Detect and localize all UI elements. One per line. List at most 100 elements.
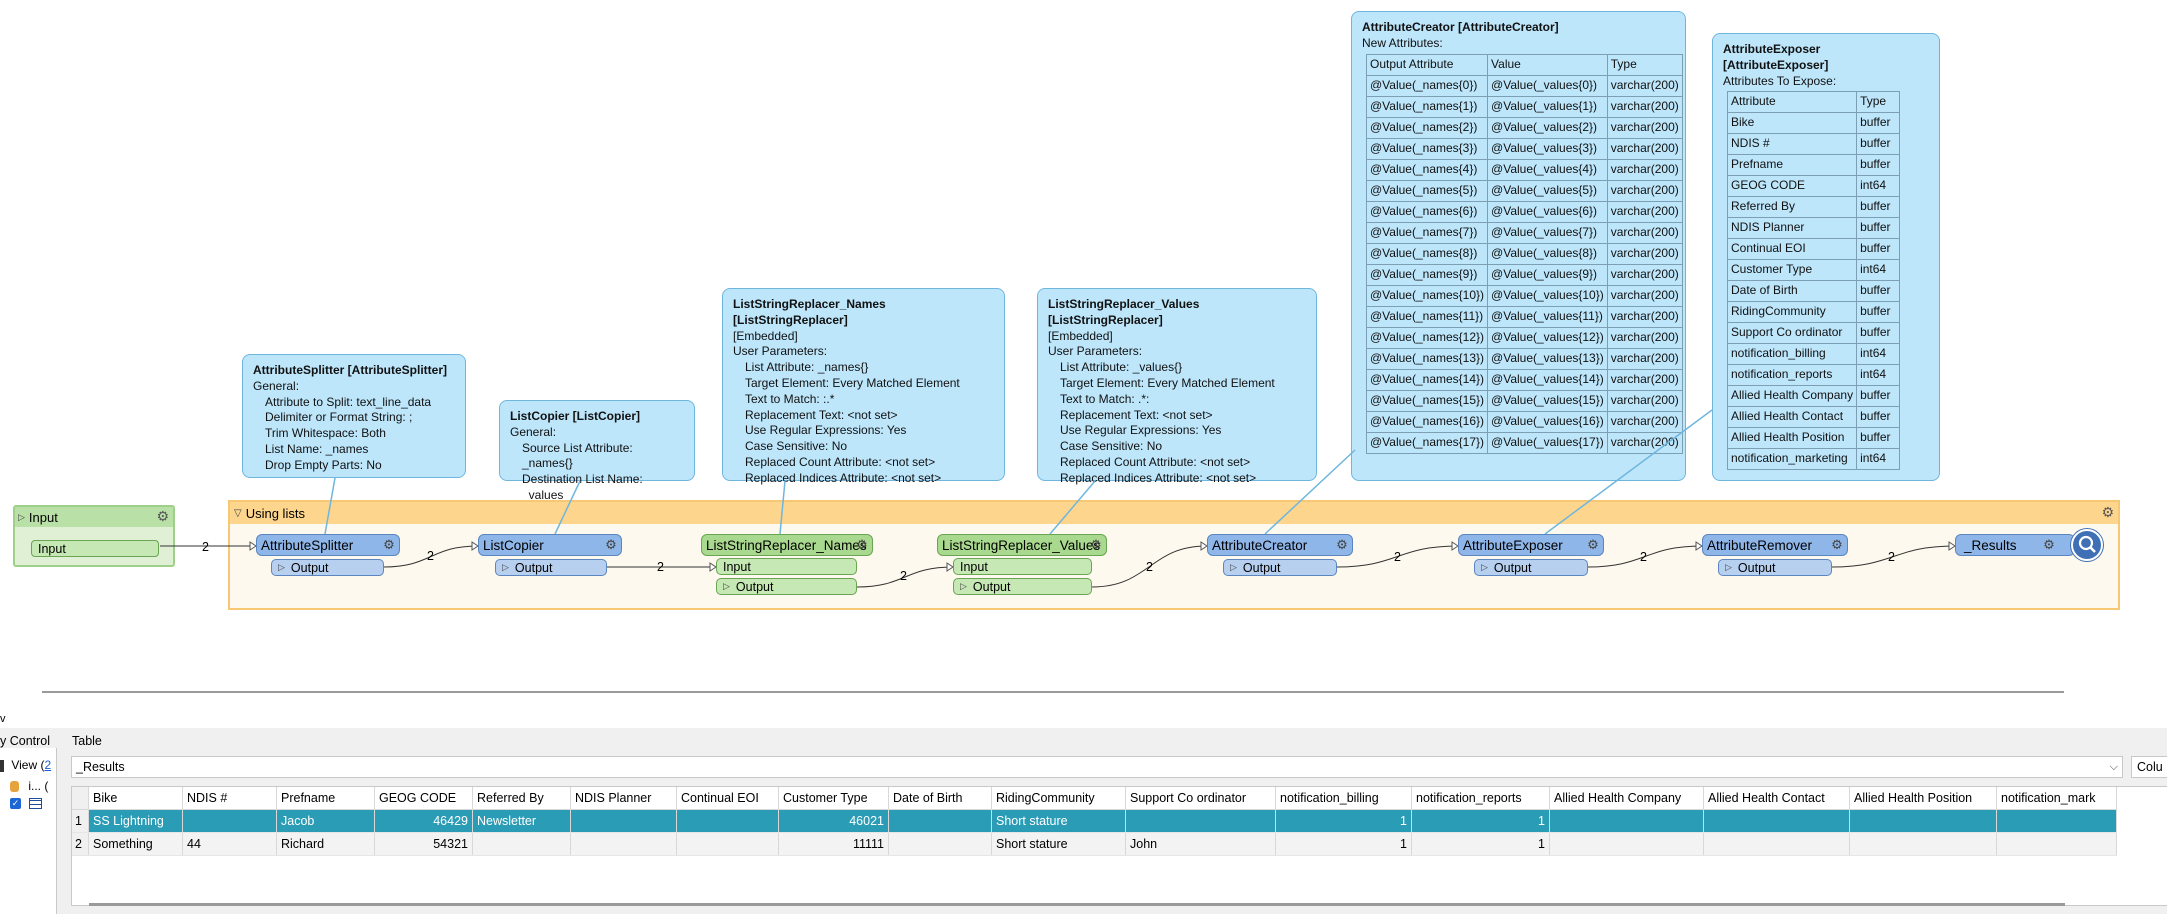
- output-port[interactable]: ▷ Output: [495, 559, 607, 576]
- table-row[interactable]: 2 Something 44 Richard 54321 11111 Short statu…: [72, 832, 2117, 856]
- gear-icon[interactable]: ⚙: [855, 538, 869, 552]
- table-cell[interactable]: [1703, 832, 1850, 856]
- table-cell[interactable]: Short stature: [991, 809, 1126, 833]
- transformer-lsr-values[interactable]: ListStringReplacer_Values ⚙: [937, 534, 1107, 556]
- input-bookmark[interactable]: ▷ Input ⚙ Input: [13, 505, 175, 567]
- output-port[interactable]: ▷ Output: [271, 559, 384, 576]
- table-cell[interactable]: Richard: [276, 832, 375, 856]
- column-header[interactable]: Prefname: [276, 787, 375, 810]
- column-header[interactable]: NDIS #: [182, 787, 277, 810]
- row-number[interactable]: 1: [72, 809, 89, 833]
- table-cell[interactable]: [1849, 809, 1997, 833]
- column-header[interactable]: Support Co ordinator: [1125, 787, 1276, 810]
- column-header[interactable]: Continual EOI: [676, 787, 779, 810]
- table-cell[interactable]: 1: [1411, 832, 1550, 856]
- table-cell[interactable]: 1: [1275, 832, 1412, 856]
- table-cell[interactable]: [570, 809, 677, 833]
- table-cell[interactable]: [676, 809, 779, 833]
- table-row[interactable]: 1 SS Lightning Jacob 46429 Newsletter 46021 Sh…: [72, 809, 2117, 833]
- table-cell[interactable]: [1996, 832, 2117, 856]
- column-header[interactable]: Bike: [88, 787, 183, 810]
- output-port[interactable]: ▷ Output: [1223, 559, 1337, 576]
- column-header[interactable]: NDIS Planner: [570, 787, 677, 810]
- table-cell[interactable]: [1549, 809, 1704, 833]
- table-cell[interactable]: 11111: [778, 832, 889, 856]
- column-header[interactable]: Customer Type: [778, 787, 889, 810]
- column-header[interactable]: Allied Health Contact: [1703, 787, 1850, 810]
- transformer-lsr-names[interactable]: ListStringReplacer_Names ⚙: [701, 534, 873, 556]
- horizontal-scrollbar[interactable]: [89, 903, 2065, 906]
- results-table[interactable]: Bike NDIS # Prefname GEOG CODE Referred By ND…: [71, 786, 2167, 906]
- input-port[interactable]: Input: [953, 558, 1092, 575]
- column-header[interactable]: RidingCommunity: [991, 787, 1126, 810]
- table-cell[interactable]: [472, 832, 571, 856]
- visibility-checkbox[interactable]: ✓: [10, 798, 21, 810]
- output-port[interactable]: ▷ Output: [1718, 559, 1832, 576]
- input-port[interactable]: Input: [716, 558, 857, 575]
- table-cell[interactable]: [1996, 809, 2117, 833]
- table-cell[interactable]: John: [1125, 832, 1276, 856]
- column-header[interactable]: GEOG CODE: [374, 787, 473, 810]
- results-table-selector[interactable]: _Results ⌵: [71, 756, 2123, 778]
- table-cell[interactable]: [1549, 832, 1704, 856]
- column-header[interactable]: Allied Health Position: [1849, 787, 1997, 810]
- collapse-triangle-icon[interactable]: ▽: [234, 508, 242, 519]
- column-header[interactable]: notification_billing: [1275, 787, 1412, 810]
- table-cell[interactable]: 1: [1411, 809, 1550, 833]
- gear-icon[interactable]: ⚙: [1089, 538, 1103, 552]
- gear-icon[interactable]: ⚙: [156, 508, 169, 525]
- transformer-attribute-creator[interactable]: AttributeCreator ⚙: [1207, 534, 1353, 556]
- transformer-list-copier[interactable]: ListCopier ⚙: [478, 534, 622, 556]
- workspace-canvas[interactable]: AttributeSplitter [AttributeSplitter] Ge…: [0, 0, 2167, 685]
- view-item[interactable]: View (2: [0, 758, 51, 772]
- table-cell[interactable]: 44: [182, 832, 277, 856]
- transformer-attribute-splitter[interactable]: AttributeSplitter ⚙: [256, 534, 400, 556]
- dataset-item[interactable]: i... (: [10, 779, 48, 793]
- columns-button[interactable]: Colu: [2131, 756, 2167, 778]
- row-number[interactable]: 2: [72, 832, 89, 856]
- gear-icon[interactable]: ⚙: [382, 538, 396, 552]
- table-cell[interactable]: [570, 832, 677, 856]
- gear-icon[interactable]: ⚙: [2101, 504, 2114, 521]
- table-cell[interactable]: [182, 809, 277, 833]
- table-cell[interactable]: [888, 832, 992, 856]
- layer-item[interactable]: ✓: [10, 796, 43, 810]
- output-port[interactable]: ▷ Output: [716, 578, 857, 595]
- output-port[interactable]: ▷ Output: [1474, 559, 1588, 576]
- column-header[interactable]: Referred By: [472, 787, 571, 810]
- gear-icon[interactable]: ⚙: [1830, 538, 1844, 552]
- table-cell[interactable]: 46429: [374, 809, 473, 833]
- table-cell[interactable]: Jacob: [276, 809, 375, 833]
- gear-icon[interactable]: ⚙: [1586, 538, 1600, 552]
- column-header[interactable]: notification_reports: [1411, 787, 1550, 810]
- table-cell[interactable]: 54321: [374, 832, 473, 856]
- table-cell[interactable]: Newsletter: [472, 809, 571, 833]
- table-cell[interactable]: [1125, 809, 1276, 833]
- input-port[interactable]: Input: [31, 540, 159, 557]
- view-link[interactable]: 2: [44, 758, 51, 772]
- table-cell[interactable]: [1849, 832, 1997, 856]
- expand-triangle-icon[interactable]: ▷: [18, 512, 25, 523]
- column-header[interactable]: Allied Health Company: [1549, 787, 1704, 810]
- table-cell[interactable]: 46021: [778, 809, 889, 833]
- gear-icon[interactable]: ⚙: [1335, 538, 1349, 552]
- table-cell[interactable]: [1703, 809, 1850, 833]
- column-header[interactable]: Date of Birth: [888, 787, 992, 810]
- table-cell[interactable]: Short stature: [991, 832, 1126, 856]
- table-cell[interactable]: [676, 832, 779, 856]
- output-port[interactable]: ▷ Output: [953, 578, 1092, 595]
- gear-icon[interactable]: ⚙: [2042, 538, 2056, 552]
- gear-icon[interactable]: ⚙: [604, 538, 618, 552]
- transformer-attribute-exposer[interactable]: AttributeExposer ⚙: [1458, 534, 1604, 556]
- inspector-magnifier-icon[interactable]: [2071, 529, 2103, 561]
- table-cell: varchar(200): [1606, 389, 1683, 412]
- pane-splitter[interactable]: [42, 691, 2064, 693]
- table-cell[interactable]: [888, 809, 992, 833]
- transformer-results-inspector[interactable]: _Results ⚙: [1955, 534, 2075, 556]
- column-header[interactable]: notification_mark: [1996, 787, 2117, 810]
- table-cell[interactable]: SS Lightning: [88, 809, 183, 833]
- transformer-attribute-remover[interactable]: AttributeRemover ⚙: [1702, 534, 1848, 556]
- table-tab[interactable]: Table: [72, 734, 102, 748]
- table-cell[interactable]: Something: [88, 832, 183, 856]
- table-cell[interactable]: 1: [1275, 809, 1412, 833]
